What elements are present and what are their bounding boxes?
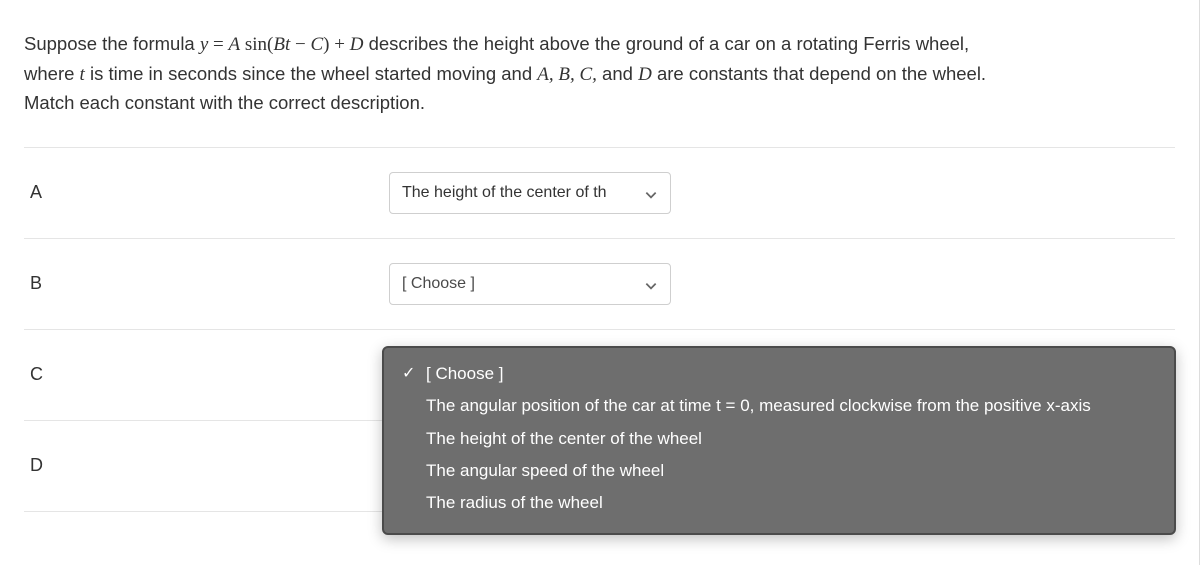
question-mid2: is time in seconds since the wheel start… [85,63,537,84]
constant-label: D [24,452,389,479]
eq-close: ) + [323,34,350,55]
match-row-B: B [ Choose ] [24,238,1175,329]
constant-label: C [24,361,389,388]
dropdown-option-label: The angular position of the car at time … [426,390,1091,422]
eq-sin: sin( [240,34,273,55]
eq-ABC: A, B, C, [537,64,597,85]
constant-label: A [24,179,389,206]
eq-minus: − [290,34,310,55]
dropdown-option[interactable]: The angular position of the car at time … [390,390,1168,422]
question-text: Suppose the formula y = A sin(Bt − C) + … [24,30,1004,117]
dropdown-option-label: The angular speed of the wheel [426,455,664,487]
dropdown-option-label: The height of the center of the wheel [426,423,702,455]
question-pre: Suppose the formula [24,33,200,54]
eq-C: C [310,34,323,55]
dropdown-selected-text: The height of the center of th [402,181,607,205]
dropdown-B[interactable]: [ Choose ] [389,263,671,305]
dropdown-option[interactable]: The radius of the wheel [390,487,1168,519]
eq-eq: = [208,34,228,55]
question-mid3: and [597,63,638,84]
dropdown-option[interactable]: The height of the center of the wheel [390,423,1168,455]
dropdown-option-label: [ Choose ] [426,358,504,390]
page-root: Suppose the formula y = A sin(Bt − C) + … [0,0,1200,565]
match-row-A: A The height of the center of th [24,147,1175,238]
dropdown-menu[interactable]: [ Choose ] The angular position of the c… [382,346,1176,535]
eq-D2: D [638,64,652,85]
eq-B: B [273,34,285,55]
dropdown-A[interactable]: The height of the center of th [389,172,671,214]
eq-D: D [350,34,364,55]
dropdown-option-label: The radius of the wheel [426,487,603,519]
constant-label: B [24,270,389,297]
dropdown-selected-text: [ Choose ] [402,272,475,296]
dropdown-option[interactable]: [ Choose ] [390,358,1168,390]
eq-A: A [229,34,241,55]
chevron-down-icon [644,277,658,291]
dropdown-option[interactable]: The angular speed of the wheel [390,455,1168,487]
chevron-down-icon [644,186,658,200]
